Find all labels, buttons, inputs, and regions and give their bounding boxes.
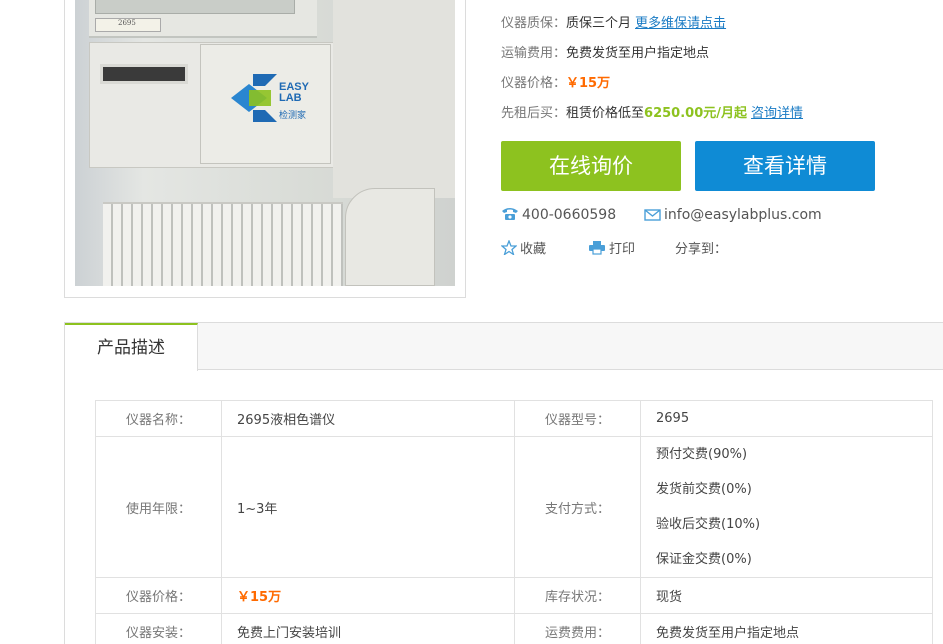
price-row: 仪器价格：￥15万 [501, 76, 611, 91]
star-icon [500, 239, 518, 257]
payment-option: 验收后交费(10%) [656, 517, 761, 532]
payment-option: 发货前交费(0%) [656, 482, 752, 497]
spec-payment-label: 支付方式： [514, 436, 641, 578]
table-row: 仪器名称： 2695液相色谱仪 仪器型号： 2695 [95, 400, 933, 437]
table-row: 使用年限： 1~3年 支付方式： 预付交费(90%) 发货前交费(0%) 验收后… [95, 436, 933, 578]
favorite-button[interactable]: 收藏 [500, 238, 546, 257]
phone-icon [502, 208, 518, 220]
tab-product-description[interactable]: 产品描述 [65, 323, 198, 371]
email-contact[interactable]: info@easylabplus.com [644, 207, 822, 223]
spec-freight-value: 免费发货至用户指定地点 [640, 613, 933, 644]
phone-contact[interactable]: 400-0660598 [501, 207, 616, 223]
price-value: ￥15万 [566, 76, 611, 91]
warranty-more-link[interactable]: 更多维保请点击 [635, 16, 726, 31]
spec-price-label: 仪器价格： [95, 577, 222, 614]
email-icon [644, 209, 661, 221]
shipping-row: 运输费用：免费发货至用户指定地点 [501, 46, 710, 61]
print-button[interactable]: 打印 [588, 238, 635, 257]
product-image-frame: 2695 EASY LAB 检测家 [64, 0, 466, 298]
spec-years-label: 使用年限： [95, 436, 222, 578]
spec-payment-options: 预付交费(90%) 发货前交费(0%) 验收后交费(10%) 保证金交费(0%) [640, 436, 933, 578]
spec-years-value: 1~3年 [221, 436, 515, 578]
table-row: 仪器价格： ￥15万 库存状况： 现货 [95, 577, 933, 614]
spec-name-value: 2695液相色谱仪 [221, 400, 515, 437]
spec-install-value: 免费上门安装培训 [221, 613, 515, 644]
view-details-button[interactable]: 查看详情 [695, 141, 875, 191]
payment-option: 预付交费(90%) [656, 447, 748, 462]
spec-stock-label: 库存状况： [514, 577, 641, 614]
spec-model-value: 2695 [640, 400, 933, 437]
rent-row: 先租后买：租赁价格低至6250.00元/月起 咨询详情 [501, 106, 804, 121]
easylab-watermark: EASY LAB 检测家 [227, 70, 317, 126]
share-label: 分享到： [675, 242, 728, 257]
payment-option: 保证金交费(0%) [656, 552, 752, 567]
spec-table: 仪器名称： 2695液相色谱仪 仪器型号： 2695 使用年限： 1~3年 支付… [95, 400, 933, 644]
tab-bar: 产品描述 [65, 323, 943, 371]
instrument-label: 2695 [95, 18, 161, 32]
rent-consult-link[interactable]: 咨询详情 [751, 106, 803, 121]
watermark-cn: 检测家 [279, 111, 307, 121]
product-photo[interactable]: 2695 EASY LAB 检测家 [75, 0, 455, 286]
spec-install-label: 仪器安装： [95, 613, 222, 644]
table-row: 仪器安装： 免费上门安装培训 运费费用： 免费发货至用户指定地点 [95, 613, 933, 644]
rent-price: 6250.00元/月起 [644, 106, 747, 121]
warranty-row: 仪器质保：质保三个月 更多维保请点击 [501, 16, 727, 31]
spec-price-value: ￥15万 [237, 590, 282, 605]
watermark-brand: EASY LAB [279, 81, 309, 104]
spec-model-label: 仪器型号： [514, 400, 641, 437]
printer-icon [589, 241, 605, 255]
online-inquiry-button[interactable]: 在线询价 [501, 141, 681, 191]
spec-freight-label: 运费费用： [514, 613, 641, 644]
spec-stock-value: 现货 [640, 577, 933, 614]
spec-name-label: 仪器名称： [95, 400, 222, 437]
easylab-logo-icon [231, 74, 277, 122]
